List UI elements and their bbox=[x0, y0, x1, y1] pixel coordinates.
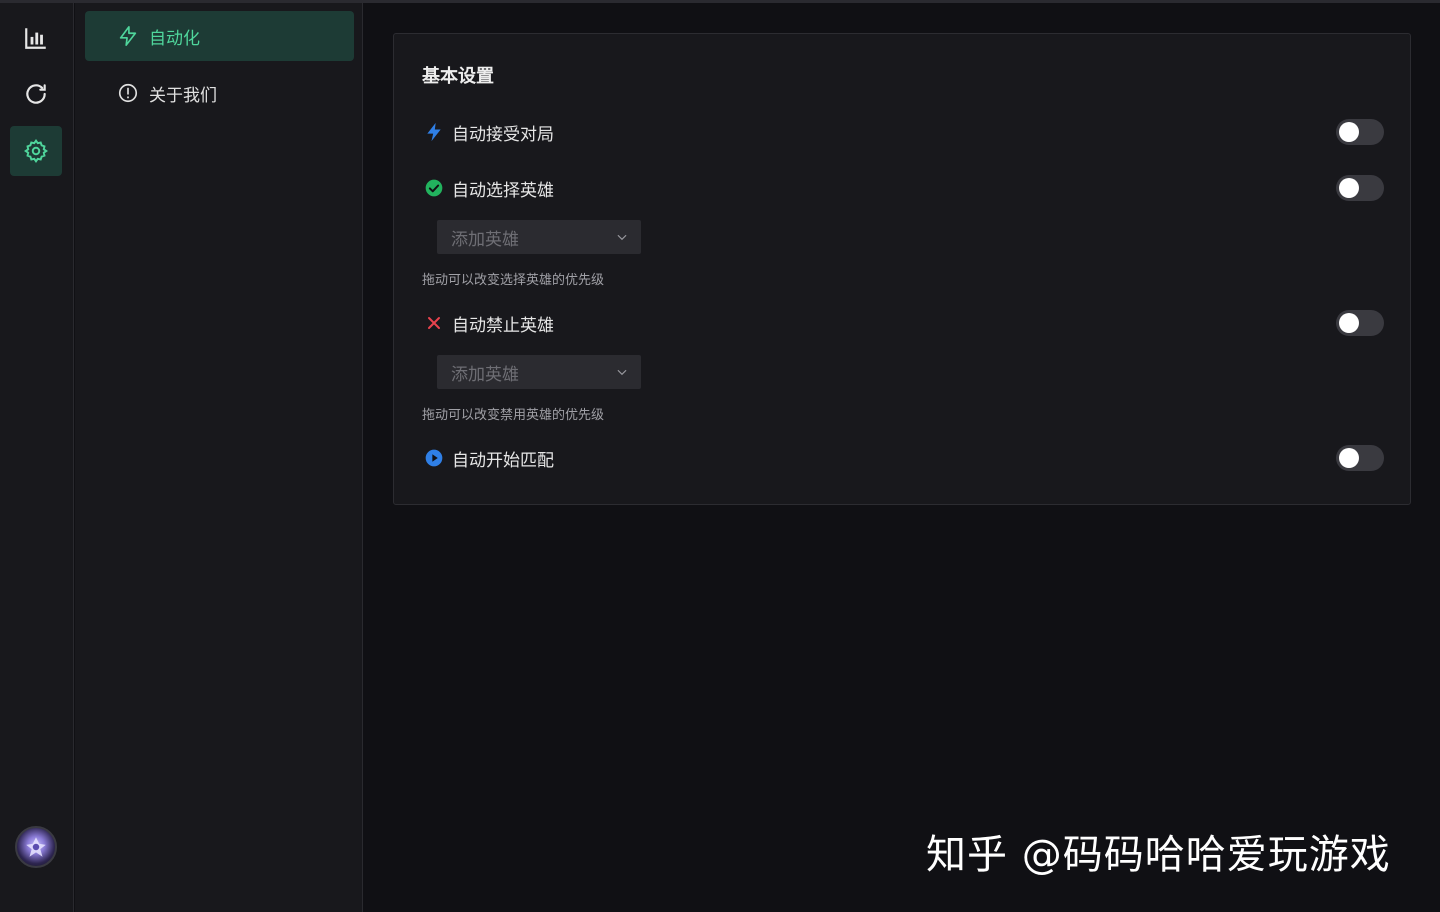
toggle-knob bbox=[1339, 448, 1359, 468]
setting-label: 自动接受对局 bbox=[452, 124, 554, 145]
setting-row-auto-accept: 自动接受对局 bbox=[424, 117, 1384, 147]
user-avatar[interactable] bbox=[15, 826, 57, 868]
auto-match-toggle[interactable] bbox=[1336, 445, 1384, 471]
setting-label: 自动选择英雄 bbox=[452, 180, 554, 201]
sub-menu: 自动化 关于我们 bbox=[75, 3, 363, 912]
check-circle-icon bbox=[424, 178, 444, 198]
lightning-icon bbox=[424, 122, 444, 142]
user-avatar-icon bbox=[26, 837, 46, 857]
auto-ban-toggle[interactable] bbox=[1336, 310, 1384, 336]
menu-item-automation[interactable]: 自动化 bbox=[85, 11, 354, 61]
chevron-down-icon bbox=[617, 234, 627, 241]
ban-hero-select[interactable]: 添加英雄 bbox=[437, 355, 641, 389]
setting-row-auto-ban: 自动禁止英雄 bbox=[424, 308, 1384, 338]
x-icon bbox=[424, 313, 444, 333]
chevron-down-icon bbox=[617, 369, 627, 376]
refresh-icon bbox=[26, 84, 46, 104]
rail-stats-button[interactable] bbox=[10, 13, 62, 63]
app-window: 自动化 关于我们 基本设置 自动接受对局 自动选择英雄 添加英雄 拖动可以改变选… bbox=[0, 0, 1440, 912]
rail-refresh-button[interactable] bbox=[10, 69, 62, 119]
bar-chart-icon bbox=[25, 28, 46, 49]
select-placeholder: 添加英雄 bbox=[451, 229, 519, 250]
icon-rail bbox=[0, 3, 74, 912]
setting-label: 自动开始匹配 bbox=[452, 450, 554, 471]
toggle-knob bbox=[1339, 122, 1359, 142]
pick-priority-hint: 拖动可以改变选择英雄的优先级 bbox=[422, 273, 605, 288]
setting-row-auto-pick: 自动选择英雄 bbox=[424, 173, 1384, 203]
toggle-knob bbox=[1339, 178, 1359, 198]
play-circle-icon bbox=[424, 448, 444, 468]
auto-accept-toggle[interactable] bbox=[1336, 119, 1384, 145]
menu-item-label: 自动化 bbox=[149, 28, 200, 49]
gear-icon bbox=[24, 139, 48, 163]
ban-priority-hint: 拖动可以改变禁用英雄的优先级 bbox=[422, 408, 605, 423]
pick-hero-select[interactable]: 添加英雄 bbox=[437, 220, 641, 254]
settings-card: 基本设置 自动接受对局 自动选择英雄 添加英雄 拖动可以改变选择英雄的优先级 自… bbox=[393, 33, 1411, 505]
menu-item-about[interactable]: 关于我们 bbox=[85, 68, 354, 118]
setting-label: 自动禁止英雄 bbox=[452, 315, 554, 336]
main-panel: 基本设置 自动接受对局 自动选择英雄 添加英雄 拖动可以改变选择英雄的优先级 自… bbox=[364, 3, 1440, 912]
toggle-knob bbox=[1339, 313, 1359, 333]
menu-item-label: 关于我们 bbox=[149, 85, 217, 106]
info-icon bbox=[118, 83, 138, 103]
card-title: 基本设置 bbox=[422, 66, 494, 87]
lightning-icon bbox=[119, 26, 137, 46]
setting-row-auto-match: 自动开始匹配 bbox=[424, 443, 1384, 473]
rail-settings-button[interactable] bbox=[10, 126, 62, 176]
select-placeholder: 添加英雄 bbox=[451, 364, 519, 385]
auto-pick-toggle[interactable] bbox=[1336, 175, 1384, 201]
watermark: 知乎 @码码哈哈爱玩游戏 bbox=[926, 832, 1391, 878]
